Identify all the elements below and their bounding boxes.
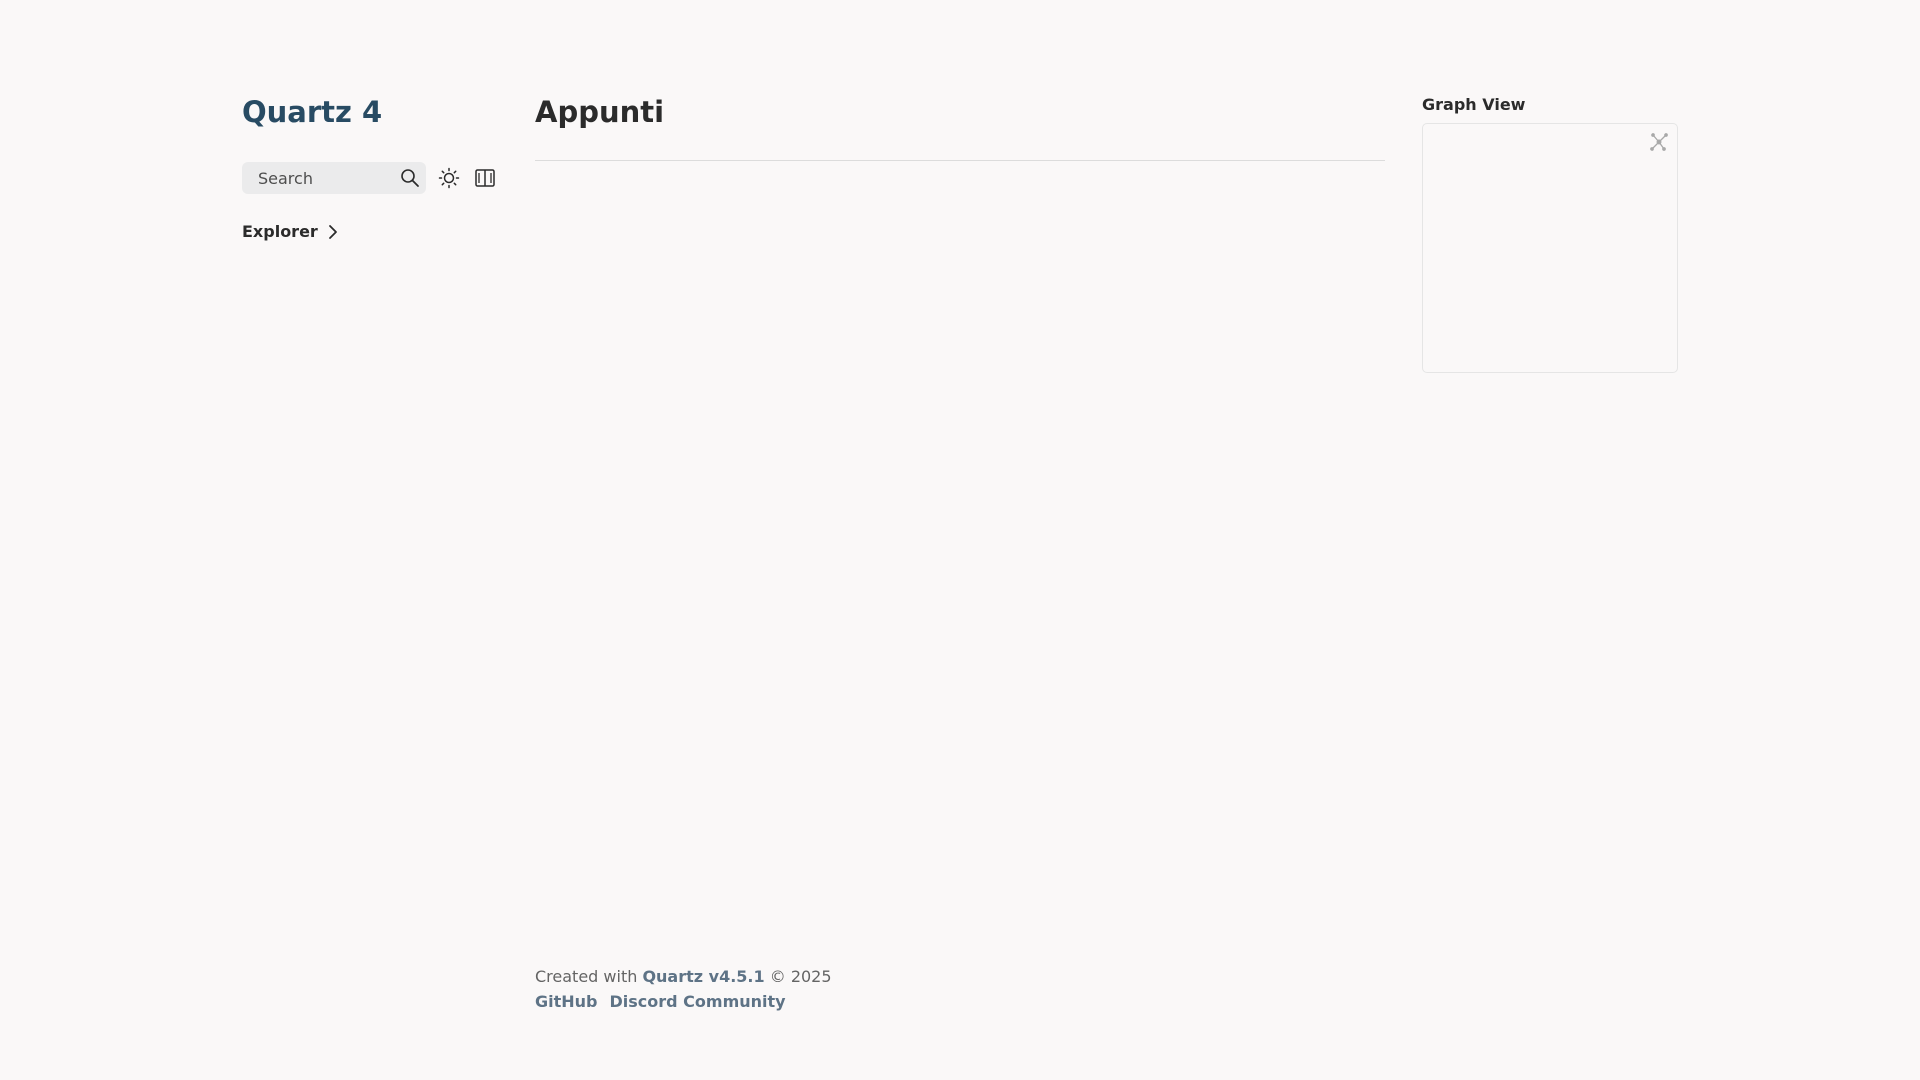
toolbar: Search: [242, 160, 502, 196]
discord-link[interactable]: Discord Community: [610, 992, 786, 1011]
chevron-right-icon: [328, 224, 337, 239]
main-content: Appunti: [535, 90, 1385, 161]
github-link[interactable]: GitHub: [535, 992, 598, 1011]
explorer-toggle[interactable]: Explorer: [242, 222, 502, 241]
quartz-link[interactable]: Quartz v4.5.1: [642, 967, 764, 986]
graph-container[interactable]: [1422, 123, 1678, 373]
graph-title: Graph View: [1422, 95, 1526, 114]
page-title: Appunti: [535, 95, 665, 129]
title-divider: [535, 160, 1385, 161]
darkmode-toggle[interactable]: [436, 165, 462, 191]
search-placeholder: Search: [258, 168, 313, 188]
right-sidebar: Graph View: [1422, 94, 1678, 373]
footer-links: GitHub Discord Community: [535, 989, 832, 1014]
search-icon: [401, 169, 419, 187]
footer-copyright: © 2025: [764, 967, 832, 986]
page: Quartz 4 Search Explorer Appunti Graph V…: [0, 0, 1920, 1080]
reader-mode-toggle[interactable]: [472, 165, 498, 191]
footer-created-prefix: Created with: [535, 967, 643, 986]
footer-credit: Created with Quartz v4.5.1 © 2025: [535, 964, 832, 989]
sun-icon: [438, 167, 460, 189]
left-sidebar: Quartz 4 Search Explorer: [242, 90, 502, 241]
search-button[interactable]: Search: [242, 162, 426, 194]
site-title[interactable]: Quartz 4: [242, 90, 382, 134]
footer: Created with Quartz v4.5.1 © 2025 GitHub…: [535, 964, 832, 1014]
book-icon: [475, 169, 495, 187]
global-graph-icon[interactable]: [1649, 132, 1669, 152]
explorer-title: Explorer: [242, 222, 318, 241]
